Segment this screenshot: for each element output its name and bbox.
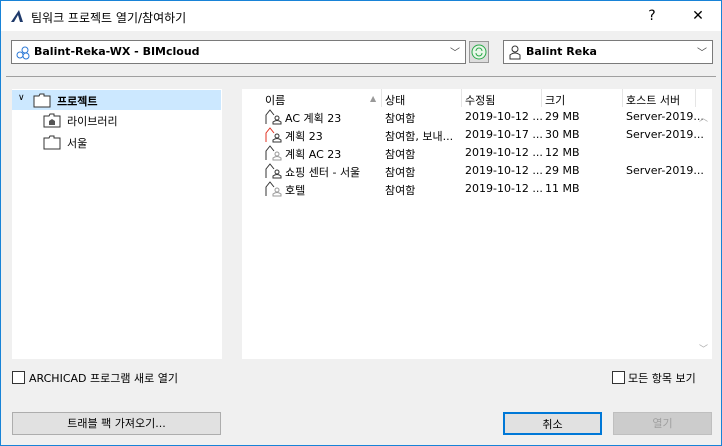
project-name: AC 계획 23 <box>285 112 342 125</box>
new-instance-checkbox[interactable] <box>12 371 25 384</box>
teamwork-project-icon <box>265 109 282 125</box>
dialog: 팀워크 프로젝트 열기/참여하기 ? ✕ Balint-Reka-WX - BI… <box>0 0 722 446</box>
user-select[interactable]: Balint Reka ﹀ <box>503 40 713 64</box>
chevron-down-icon: ﹀ <box>697 48 707 59</box>
table-row[interactable]: 계획 23 참여함, 보내... 2019-10-17 ... 30 MB Se… <box>242 126 704 144</box>
column-name[interactable]: 이름 <box>265 92 285 108</box>
project-size: 29 MB <box>545 110 580 123</box>
scroll-up-arrow[interactable]: ︿ <box>699 111 708 124</box>
server-select[interactable]: Balint-Reka-WX - BIMcloud ﹀ <box>11 40 466 64</box>
folder-tree[interactable]: ∨ 프로젝트 라이브러리 서울 <box>12 89 222 359</box>
server-value: Balint-Reka-WX - BIMcloud <box>34 45 200 58</box>
tree-item-projects[interactable]: ∨ 프로젝트 <box>12 90 221 110</box>
refresh-icon <box>471 44 487 60</box>
project-host: Server-2019... <box>626 110 704 123</box>
table-row[interactable]: 쇼핑 센터 - 서울 참여함 2019-10-12 ... 29 MB Serv… <box>242 162 704 180</box>
project-name: 호텔 <box>285 184 306 197</box>
project-modified: 2019-10-12 ... <box>465 164 543 177</box>
tree-label: 프로젝트 <box>57 95 98 108</box>
column-host[interactable]: 호스트 서버 <box>626 92 680 108</box>
table-row[interactable]: AC 계획 23 참여함 2019-10-12 ... 29 MB Server… <box>242 108 704 126</box>
user-value: Balint Reka <box>526 45 597 58</box>
show-all-label: 모든 항목 보기 <box>628 372 696 385</box>
travel-pack-button[interactable]: 트래블 팩 가져오기... <box>12 412 221 435</box>
project-size: 30 MB <box>545 128 580 141</box>
teamwork-project-icon <box>265 181 282 197</box>
project-name: 계획 23 <box>285 130 323 143</box>
folder-icon <box>33 93 51 108</box>
title-bar: 팀워크 프로젝트 열기/참여하기 ? ✕ <box>1 1 721 31</box>
column-modified[interactable]: 수정됨 <box>465 92 495 108</box>
teamwork-project-icon <box>265 127 282 143</box>
tree-item-library[interactable]: 라이브러리 <box>12 110 221 130</box>
teamwork-project-icon <box>265 163 282 179</box>
project-status: 참여함 <box>385 184 416 197</box>
project-status: 참여함, 보내... <box>385 130 454 143</box>
project-name: 계획 AC 23 <box>285 148 342 161</box>
project-host: Server-2019... <box>626 164 704 177</box>
sort-ascending-icon: ▲ <box>370 94 377 103</box>
project-status: 참여함 <box>385 166 416 179</box>
show-all-checkbox[interactable] <box>612 371 625 384</box>
new-instance-label: ARCHICAD 프로그램 새로 열기 <box>29 372 178 385</box>
project-size: 29 MB <box>545 164 580 177</box>
project-modified: 2019-10-12 ... <box>465 182 543 195</box>
divider <box>6 76 716 77</box>
folder-icon <box>43 135 61 150</box>
project-size: 12 MB <box>545 146 580 159</box>
project-list[interactable]: 이름 ▲ 상태 수정됨 크기 호스트 서버 AC 계획 23 참여함 2019-… <box>242 89 712 359</box>
open-button[interactable]: 열기 <box>613 412 712 435</box>
refresh-button[interactable] <box>469 41 489 63</box>
tree-label: 서울 <box>67 137 88 150</box>
teamwork-project-icon <box>265 145 282 161</box>
table-row[interactable]: 계획 AC 23 참여함 2019-10-12 ... 12 MB <box>242 144 702 162</box>
column-status[interactable]: 상태 <box>385 92 405 108</box>
project-status: 참여함 <box>385 148 416 161</box>
bimcloud-icon <box>16 46 30 60</box>
project-name: 쇼핑 센터 - 서울 <box>285 166 361 179</box>
column-header: 이름 ▲ 상태 수정됨 크기 호스트 서버 <box>242 89 697 107</box>
library-folder-icon <box>43 113 61 128</box>
tree-item-seoul[interactable]: 서울 <box>12 132 221 152</box>
cancel-button[interactable]: 취소 <box>503 412 602 435</box>
project-modified: 2019-10-12 ... <box>465 146 543 159</box>
help-button[interactable]: ? <box>637 5 667 27</box>
project-modified: 2019-10-12 ... <box>465 110 543 123</box>
chevron-down-icon: ∨ <box>18 93 25 103</box>
close-button[interactable]: ✕ <box>683 5 713 27</box>
project-modified: 2019-10-17 ... <box>465 128 543 141</box>
column-size[interactable]: 크기 <box>545 92 565 108</box>
project-host: Server-2019... <box>626 128 704 141</box>
tree-label: 라이브러리 <box>67 115 118 128</box>
chevron-down-icon: ﹀ <box>450 48 460 59</box>
table-row[interactable]: 호텔 참여함 2019-10-12 ... 11 MB <box>242 180 702 198</box>
project-size: 11 MB <box>545 182 580 195</box>
scroll-down-arrow[interactable]: ﹀ <box>699 342 708 355</box>
user-icon <box>509 45 521 60</box>
project-status: 참여함 <box>385 112 416 125</box>
dialog-title: 팀워크 프로젝트 열기/참여하기 <box>31 11 187 25</box>
archicad-logo-icon <box>11 10 23 22</box>
